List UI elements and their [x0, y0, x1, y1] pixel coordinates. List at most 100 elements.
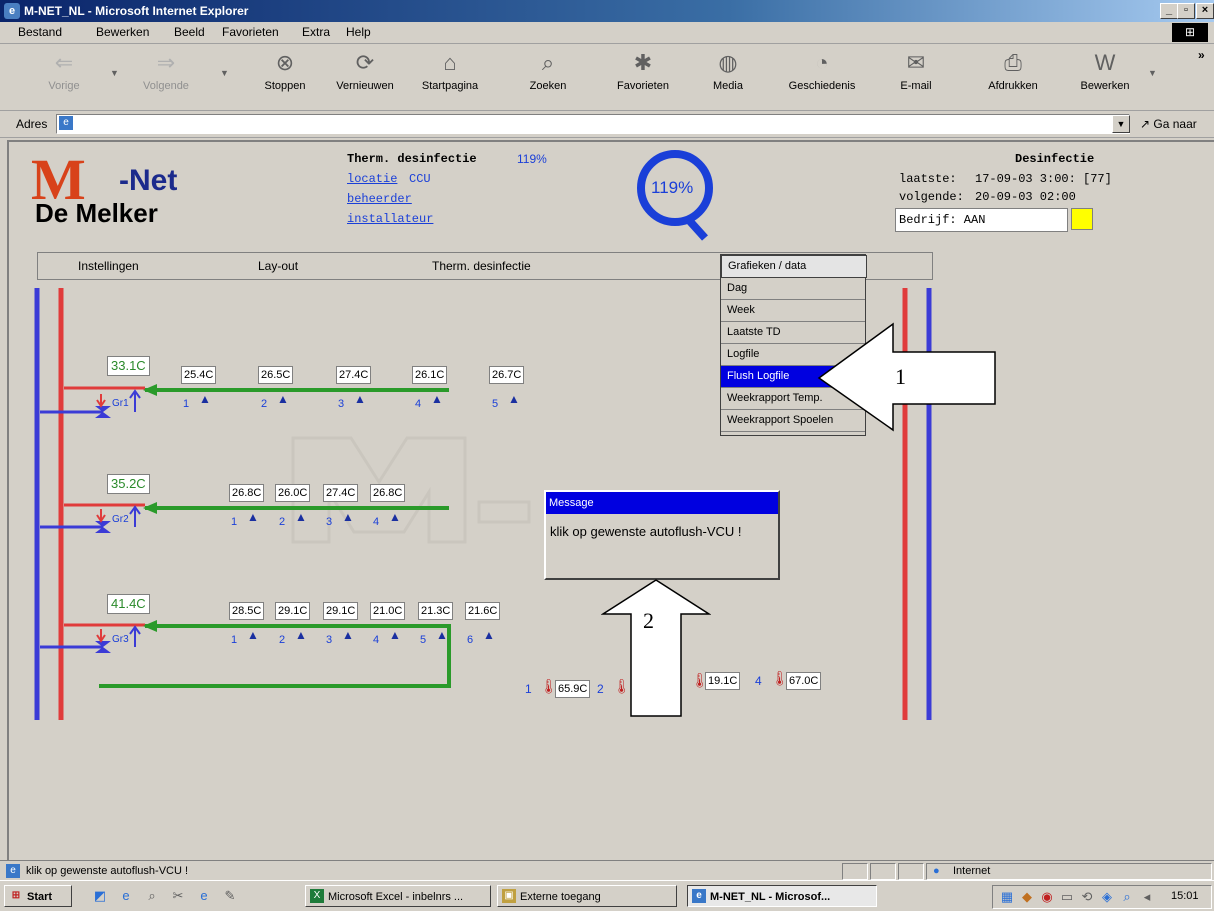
- tap-icon[interactable]: ▲: [277, 392, 289, 406]
- tray-network-icon[interactable]: ▦: [999, 889, 1015, 905]
- refresh-button[interactable]: ⟳ Vernieuwen: [325, 48, 405, 106]
- gr1-tap-temp: 26.7C: [489, 366, 525, 384]
- edit-button[interactable]: W Bewerken: [1065, 48, 1145, 106]
- favorites-button[interactable]: ✱ Favorieten: [603, 48, 683, 106]
- gr3-tap-temp: 21.3C: [418, 602, 454, 620]
- tap-icon[interactable]: ▲: [431, 392, 443, 406]
- print-button[interactable]: ⎙ Afdrukken: [973, 48, 1053, 106]
- tray-search-icon[interactable]: ⌕: [1119, 889, 1135, 905]
- gr3-tap-temp: 29.1C: [323, 602, 359, 620]
- home-button[interactable]: ⌂ Startpagina: [410, 48, 490, 106]
- menu-favorieten[interactable]: Favorieten: [222, 25, 279, 39]
- nav-layout[interactable]: Lay-out: [258, 259, 298, 273]
- status-pane: [842, 863, 868, 880]
- last-label: laatste:: [899, 172, 957, 186]
- bedrijf-indicator: [1071, 208, 1093, 230]
- page-icon: e: [59, 116, 73, 130]
- next-value: 20-09-03 02:00: [975, 190, 1076, 204]
- tray-shield-icon[interactable]: ◈: [1099, 889, 1115, 905]
- tap-icon[interactable]: ▲: [508, 392, 520, 406]
- menu-extra[interactable]: Extra: [302, 25, 330, 39]
- tap-icon[interactable]: ▲: [342, 510, 354, 524]
- desinfectie-title: Desinfectie: [1015, 152, 1095, 166]
- menu-bestand[interactable]: Bestand: [18, 25, 62, 39]
- search-icon: ⌕: [541, 50, 555, 75]
- gr2-supply-temp: 35.2C: [107, 474, 150, 494]
- dropdown-item-dag[interactable]: Dag: [721, 278, 865, 300]
- header-percentage: 119%: [517, 152, 547, 166]
- page-status-icon: e: [6, 864, 20, 878]
- tap-icon[interactable]: ▲: [295, 628, 307, 642]
- tap-icon[interactable]: ▲: [247, 510, 259, 524]
- tap-icon[interactable]: ▲: [354, 392, 366, 406]
- minimize-button[interactable]: _: [1160, 3, 1178, 19]
- nav-instellingen[interactable]: Instellingen: [78, 259, 139, 273]
- back-button[interactable]: ⇐ Vorige: [24, 48, 104, 106]
- gr2-tap-temp: 27.4C: [323, 484, 359, 502]
- message-dialog-text: klik op gewenste autoflush-VCU !: [550, 524, 742, 539]
- tap-icon[interactable]: ▲: [389, 628, 401, 642]
- close-button[interactable]: ×: [1196, 3, 1214, 19]
- dropdown-item-week[interactable]: Week: [721, 300, 865, 322]
- gr2-tap-temp: 26.8C: [370, 484, 406, 502]
- page-content: M -Net De Melker Therm. desinfectie 119%…: [7, 140, 1214, 860]
- tap-icon[interactable]: ▲: [247, 628, 259, 642]
- address-input[interactable]: e: [56, 114, 1130, 134]
- tray-volume-icon[interactable]: ◂: [1139, 889, 1155, 905]
- tap-icon[interactable]: ▲: [342, 628, 354, 642]
- taskbar-ie-window[interactable]: e M-NET_NL - Microsof...: [687, 885, 877, 907]
- menu-beeld[interactable]: Beeld: [174, 25, 205, 39]
- forward-arrow-icon: ⇒: [156, 50, 176, 75]
- ie-quicklaunch-icon[interactable]: e: [118, 888, 134, 904]
- start-button[interactable]: ⊞ Start: [4, 885, 72, 907]
- gr1-label[interactable]: Gr1: [112, 398, 129, 409]
- beheerder-link[interactable]: beheerder: [347, 192, 412, 206]
- locatie-link[interactable]: locatie: [347, 172, 397, 186]
- edit-quicklaunch-icon[interactable]: ✎: [222, 888, 238, 904]
- window-title-bar[interactable]: e M-NET_NL - Microsoft Internet Explorer…: [0, 0, 1214, 22]
- tray-monitor-icon[interactable]: ▭: [1059, 889, 1075, 905]
- tools-quicklaunch-icon[interactable]: ✂: [170, 888, 186, 904]
- tap-icon[interactable]: ▲: [199, 392, 211, 406]
- installateur-link[interactable]: installateur: [347, 212, 433, 226]
- tap-icon[interactable]: ▲: [483, 628, 495, 642]
- address-dropdown-icon[interactable]: ▼: [1112, 115, 1130, 133]
- tray-sync-icon[interactable]: ⟲: [1079, 889, 1095, 905]
- gr2-tap-number: 2: [279, 516, 286, 528]
- gr3-label[interactable]: Gr3: [112, 634, 129, 645]
- media-button[interactable]: ◍ Media: [688, 48, 768, 106]
- history-button[interactable]: ◔ Geschiedenis: [782, 48, 862, 106]
- header-title: Therm. desinfectie: [347, 152, 477, 166]
- menu-bewerken[interactable]: Bewerken: [96, 25, 149, 39]
- mail-button[interactable]: ✉ E-mail: [876, 48, 956, 106]
- browser-quicklaunch-icon[interactable]: e: [196, 888, 212, 904]
- tray-acrobat-icon[interactable]: ◉: [1039, 889, 1055, 905]
- status-bar: e klik op gewenste autoflush-VCU ! ● Int…: [0, 860, 1214, 881]
- forward-button[interactable]: ⇒ Volgende: [126, 48, 206, 106]
- edit-dropdown-icon[interactable]: ▼: [1148, 68, 1157, 78]
- tray-app-icon[interactable]: ◆: [1019, 889, 1035, 905]
- message-dialog-title[interactable]: Message: [546, 492, 778, 514]
- nav-grafieken-data[interactable]: Grafieken / data: [721, 255, 867, 278]
- taskbar-excel[interactable]: X Microsoft Excel - inbelnrs ...: [305, 885, 491, 907]
- gr2-label[interactable]: Gr2: [112, 514, 129, 525]
- stop-button[interactable]: ⊗ Stoppen: [245, 48, 325, 106]
- forward-dropdown-icon[interactable]: ▼: [220, 68, 229, 78]
- tap-icon[interactable]: ▲: [295, 510, 307, 524]
- tap-icon[interactable]: ▲: [389, 510, 401, 524]
- desktop-icon[interactable]: ◩: [92, 888, 108, 904]
- annotation-arrow-1-icon: [817, 322, 996, 432]
- maximize-button[interactable]: ▫: [1177, 3, 1195, 19]
- search-button[interactable]: ⌕ Zoeken: [508, 48, 588, 106]
- nav-therm-desinfectie[interactable]: Therm. desinfectie: [432, 259, 531, 273]
- back-dropdown-icon[interactable]: ▼: [110, 68, 119, 78]
- gr2-tap-temp: 26.8C: [229, 484, 265, 502]
- taskbar-externe-toegang[interactable]: ▣ Externe toegang: [497, 885, 677, 907]
- search-quicklaunch-icon[interactable]: ⌕: [144, 888, 160, 904]
- menu-help[interactable]: Help: [346, 25, 371, 39]
- go-button[interactable]: ↗ Ga naar: [1140, 117, 1197, 131]
- tap-icon[interactable]: ▲: [436, 628, 448, 642]
- gr2-tap-number: 1: [231, 516, 238, 528]
- clock[interactable]: 15:01: [1171, 890, 1199, 902]
- toolbar-chevron[interactable]: »: [1198, 48, 1205, 62]
